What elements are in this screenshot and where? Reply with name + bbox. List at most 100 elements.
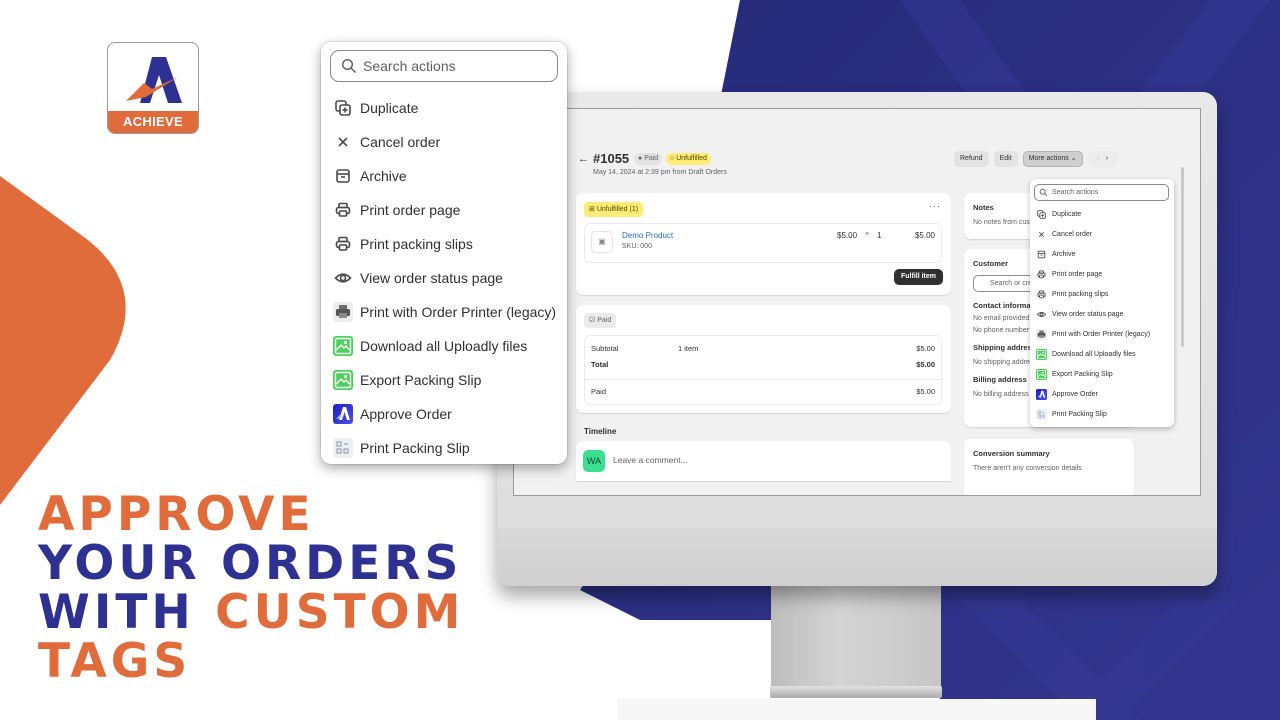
timeline-title: Timeline [584, 427, 617, 436]
menu-item-download-all-uploadly-files[interactable]: Download all Uploadly files [1034, 344, 1170, 364]
uploadly-app-icon [1036, 348, 1047, 360]
contact-phone: No phone number [973, 327, 1030, 334]
action-label: Print with Order Printer (legacy) [1052, 330, 1151, 338]
actions-list: Duplicate Cancel order Archive Print order … [1034, 204, 1170, 424]
conversion-text: There aren't any conversion details [973, 465, 1082, 472]
back-arrow-icon[interactable]: ← [578, 153, 589, 165]
menu-item-view-order-status-page[interactable]: View order status page [1034, 304, 1170, 324]
action-label: Archive [1052, 250, 1076, 258]
eye-icon [333, 268, 353, 288]
quantity: 1 [877, 231, 882, 240]
edit-button[interactable]: Edit [993, 151, 1018, 167]
action-item-archive[interactable]: Archive [330, 159, 558, 193]
menu-item-cancel-order[interactable]: Cancel order [1034, 224, 1170, 244]
action-item-view-order-status-page[interactable]: View order status page [330, 261, 558, 295]
comment-input[interactable]: Leave a comment... [613, 455, 688, 465]
duplicate-icon [1036, 209, 1047, 220]
printer-icon [333, 234, 353, 254]
action-label: Print packing slips [1052, 290, 1109, 298]
action-label: Print order page [1052, 270, 1103, 278]
notes-title: Notes [973, 203, 994, 212]
action-label: Archive [360, 168, 407, 184]
menu-item-print-packing-slips[interactable]: Print packing slips [1034, 284, 1170, 304]
menu-item-archive[interactable]: Archive [1034, 244, 1170, 264]
action-item-duplicate[interactable]: Duplicate [330, 91, 558, 125]
action-label: Print packing slips [360, 236, 473, 252]
action-item-download-all-uploadly-files[interactable]: Download all Uploadly files [330, 329, 558, 363]
achieve-app-icon [1036, 388, 1047, 400]
menu-item-export-packing-slip[interactable]: Export Packing Slip [1034, 364, 1170, 384]
actions-search-input-enlarged[interactable]: Search actions [330, 50, 558, 82]
action-label: Approve Order [360, 406, 452, 422]
conversion-card: Conversion summary There aren't any conv… [964, 439, 1134, 495]
uploadly-app-icon [1036, 368, 1047, 380]
product-name-link[interactable]: Demo Product [622, 231, 673, 240]
action-label: Download all Uploadly files [360, 338, 528, 354]
action-label: Approve Order [1052, 390, 1098, 398]
uploadly-app-icon [333, 370, 353, 390]
fulfill-item-button[interactable]: Fulfill item [894, 269, 943, 285]
action-label: Download all Uploadly files [1052, 350, 1136, 358]
customer-title: Customer [973, 259, 1009, 268]
logo-text: ACHIEVE [108, 111, 198, 133]
printer-icon [333, 200, 353, 220]
refund-button[interactable]: Refund [954, 151, 989, 167]
headline: APPROVE YOUR ORDERS WITH CUSTOM TAGS [38, 490, 464, 686]
action-label: Duplicate [1052, 210, 1082, 218]
order-details-page: ← #1055 ● Paid ○ Unfulfilled May 14, 202… [514, 137, 1186, 495]
card-menu-button[interactable]: ··· [929, 201, 941, 211]
more-actions-dropdown: Search actions Duplicate Cancel order Arch… [1030, 179, 1174, 427]
header-actions: Refund Edit More actions ⌄ ‹ › [954, 151, 1118, 167]
menu-item-approve-order[interactable]: Approve Order [1034, 384, 1170, 404]
action-item-approve-order[interactable]: Approve Order [330, 397, 558, 431]
menu-item-duplicate[interactable]: Duplicate [1034, 204, 1170, 224]
action-item-cancel-order[interactable]: Cancel order [330, 125, 558, 159]
action-item-print-with-order-printer-legacy[interactable]: Print with Order Printer (legacy) [330, 295, 558, 329]
next-order-button[interactable]: › [1106, 151, 1108, 167]
action-item-export-packing-slip[interactable]: Export Packing Slip [330, 363, 558, 397]
action-item-print-packing-slips[interactable]: Print packing slips [330, 227, 558, 261]
packing-slip-app-icon [333, 438, 353, 458]
order-printer-app-icon [1036, 328, 1047, 340]
timeline-comment-box: WA Leave a comment... [576, 441, 951, 481]
summary-row-total: Total $5.00 [591, 360, 935, 369]
archive-icon [1036, 249, 1047, 260]
search-icon [1039, 188, 1048, 197]
action-label: Cancel order [1052, 230, 1093, 238]
product-sku: SKU: 000 [622, 243, 652, 250]
monitor-chin [497, 528, 1217, 586]
product-image-icon: ▣ [591, 231, 613, 253]
shipping-title: Shipping address [973, 343, 1036, 352]
order-pagination: ‹ › [1087, 151, 1118, 167]
action-label: Duplicate [360, 100, 419, 116]
achieve-logo-icon [126, 57, 182, 103]
paid-tag: ☑ Paid [584, 313, 617, 328]
close-icon [1036, 229, 1047, 240]
packing-slip-app-icon [1036, 408, 1047, 420]
action-item-print-order-page[interactable]: Print order page [330, 193, 558, 227]
unfulfilled-card: ⊞ Unfulfilled (1) ··· ▣ Demo Product SKU… [576, 193, 951, 295]
previous-order-button[interactable]: ‹ [1097, 151, 1099, 167]
times-sign: × [865, 231, 870, 238]
action-item-print-packing-slip[interactable]: Print Packing Slip [330, 431, 558, 465]
billing-title: Billing address [973, 375, 1027, 384]
user-avatar: WA [583, 450, 605, 472]
summary-row-paid: Paid $5.00 [591, 387, 935, 396]
more-actions-button[interactable]: More actions ⌄ [1022, 151, 1083, 167]
eye-icon [1036, 309, 1047, 320]
menu-item-print-with-order-printer-legacy[interactable]: Print with Order Printer (legacy) [1034, 324, 1170, 344]
fulfillment-status-badge: ○ Unfulfilled [666, 153, 711, 165]
order-printer-app-icon [333, 302, 353, 322]
menu-item-print-packing-slip[interactable]: Print Packing Slip [1034, 404, 1170, 424]
action-label: View order status page [1052, 310, 1124, 318]
printer-icon [1036, 289, 1047, 300]
unit-price: $5.00 [837, 231, 858, 240]
uploadly-app-icon [333, 336, 353, 356]
order-number: #1055 [593, 151, 630, 166]
desk-surface [617, 699, 1096, 720]
conversion-title: Conversion summary [973, 449, 1050, 458]
actions-search-input[interactable]: Search actions [1034, 184, 1169, 201]
page-scrollbar[interactable] [1181, 167, 1184, 347]
menu-item-print-order-page[interactable]: Print order page [1034, 264, 1170, 284]
close-icon [333, 132, 353, 152]
